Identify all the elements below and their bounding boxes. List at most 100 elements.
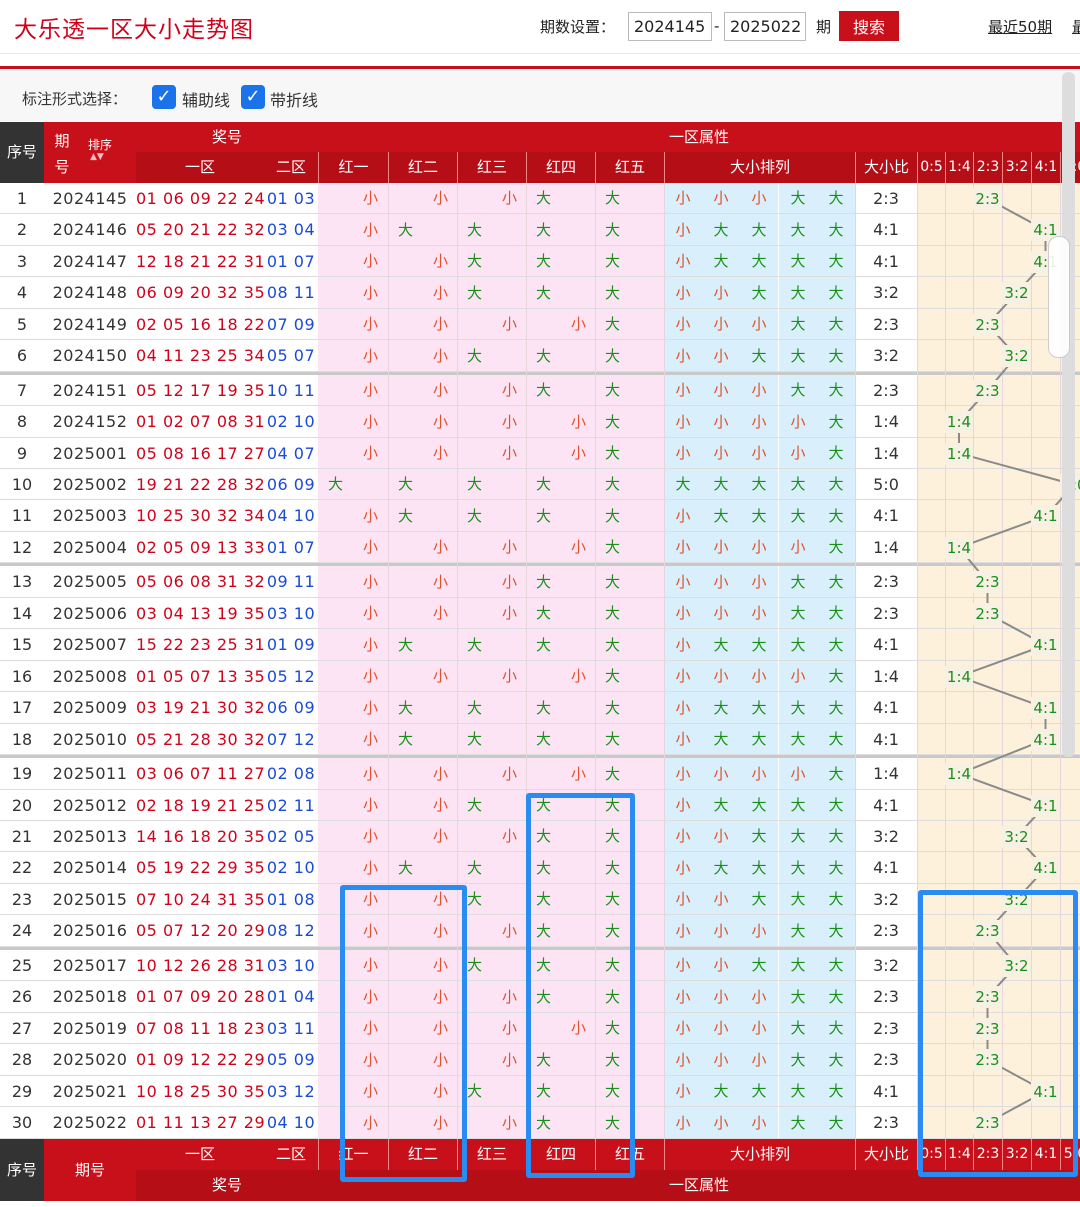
size-order-cell: 大	[817, 532, 855, 563]
row-seq: 17	[0, 692, 44, 724]
small-mark: 小	[432, 252, 448, 270]
big-mark: 大	[535, 189, 551, 207]
row-zone1-numbers: 01 11 13 27 29	[136, 1107, 264, 1139]
size-order-cell: 大	[779, 566, 817, 598]
small-mark: 小	[362, 827, 378, 845]
row-ratio: 5:0	[855, 469, 917, 500]
ratio-trend-bg	[917, 758, 1080, 790]
row-seq: 16	[0, 661, 44, 692]
small-mark: 小	[362, 667, 378, 685]
row-zone2-numbers: 05 07	[264, 340, 318, 372]
row-ratio: 1:4	[855, 758, 917, 790]
big-mark: 大	[604, 507, 620, 525]
size-order-cell: 大	[779, 629, 817, 661]
size-order-cell: 小	[664, 852, 702, 884]
size-order-cell: 大	[817, 1076, 855, 1107]
sort-toggle[interactable]: 排序	[88, 136, 112, 153]
row-zone2-numbers: 10 11	[264, 375, 318, 406]
row-ratio: 4:1	[855, 852, 917, 884]
row-zone1-numbers: 02 05 16 18 22	[136, 309, 264, 340]
big-mark: 大	[466, 347, 482, 365]
size-order-cell: 大	[702, 1076, 740, 1107]
size-order-cell: 大	[740, 692, 778, 724]
row-ratio: 1:4	[855, 532, 917, 563]
small-mark: 小	[362, 221, 378, 239]
size-order-cell: 大	[817, 438, 855, 469]
row-zone1-numbers: 05 08 16 17 27	[136, 438, 264, 469]
row-zone1-numbers: 01 09 12 22 29	[136, 1044, 264, 1076]
big-mark: 大	[604, 284, 620, 302]
row-ratio: 1:4	[855, 406, 917, 438]
big-mark: 大	[604, 538, 620, 556]
size-order-cell: 小	[664, 692, 702, 724]
row-period: 2025003	[44, 500, 136, 532]
size-order-cell: 大	[779, 852, 817, 884]
group-separator	[0, 372, 1080, 375]
big-mark: 大	[466, 699, 482, 717]
size-order-cell: 小	[664, 183, 702, 214]
big-mark: 大	[604, 347, 620, 365]
row-ratio: 2:3	[855, 309, 917, 340]
big-mark: 大	[604, 636, 620, 654]
row-period: 2024150	[44, 340, 136, 372]
row-ratio: 3:2	[855, 884, 917, 915]
size-order-cell: 小	[702, 309, 740, 340]
big-mark: 大	[604, 604, 620, 622]
row-ratio: 4:1	[855, 1076, 917, 1107]
small-mark: 小	[432, 315, 448, 333]
small-mark: 小	[501, 1114, 517, 1132]
trend-point-label: 2:3	[973, 380, 1002, 402]
big-mark: 大	[466, 475, 482, 493]
size-order-cell: 大	[817, 692, 855, 724]
row-zone2-numbers: 07 12	[264, 724, 318, 755]
size-order-cell: 小	[664, 438, 702, 469]
row-seq: 3	[0, 246, 44, 277]
row-period: 2025007	[44, 629, 136, 661]
size-order-cell: 小	[702, 277, 740, 309]
row-seq: 29	[0, 1076, 44, 1107]
size-order-cell: 大	[817, 852, 855, 884]
size-order-cell: 大	[817, 500, 855, 532]
size-order-cell: 大	[779, 915, 817, 947]
sort-arrows-icon[interactable]: ▲▼	[90, 152, 104, 162]
small-mark: 小	[501, 381, 517, 399]
seq-header: 序号	[0, 122, 44, 183]
red-col-header-4: 红四	[526, 152, 595, 183]
scrollbar-thumb[interactable]	[1048, 236, 1070, 358]
big-mark: 大	[397, 475, 413, 493]
size-order-cell: 小	[664, 277, 702, 309]
big-mark: 大	[604, 413, 620, 431]
small-mark: 小	[432, 538, 448, 556]
row-ratio: 4:1	[855, 246, 917, 277]
row-ratio: 4:1	[855, 692, 917, 724]
row-seq: 10	[0, 469, 44, 500]
row-zone2-numbers: 01 09	[264, 629, 318, 661]
row-period: 2024152	[44, 406, 136, 438]
trend-point-label: 4:1	[1031, 634, 1060, 656]
row-period: 2025018	[44, 981, 136, 1013]
small-mark: 小	[432, 381, 448, 399]
scrollbar-track[interactable]	[1062, 72, 1075, 757]
row-seq: 15	[0, 629, 44, 661]
row-ratio: 4:1	[855, 214, 917, 246]
size-order-cell: 大	[817, 1107, 855, 1139]
row-seq: 24	[0, 915, 44, 947]
row-zone1-numbers: 10 25 30 32 34	[136, 500, 264, 532]
row-ratio: 2:3	[855, 375, 917, 406]
row-period: 2025009	[44, 692, 136, 724]
size-order-cell: 小	[664, 309, 702, 340]
row-ratio: 2:3	[855, 598, 917, 629]
size-order-cell: 大	[740, 500, 778, 532]
size-order-cell: 大	[817, 661, 855, 692]
row-ratio: 4:1	[855, 629, 917, 661]
small-mark: 小	[501, 988, 517, 1006]
row-seq: 26	[0, 981, 44, 1013]
prize-header: 奖号	[136, 122, 318, 152]
row-ratio: 2:3	[855, 981, 917, 1013]
ratio-col-header-2: 2:3	[973, 152, 1002, 183]
small-mark: 小	[362, 796, 378, 814]
small-mark: 小	[501, 573, 517, 591]
size-order-cell: 大	[779, 469, 817, 500]
size-order-cell: 小	[702, 950, 740, 981]
big-mark: 大	[535, 284, 551, 302]
